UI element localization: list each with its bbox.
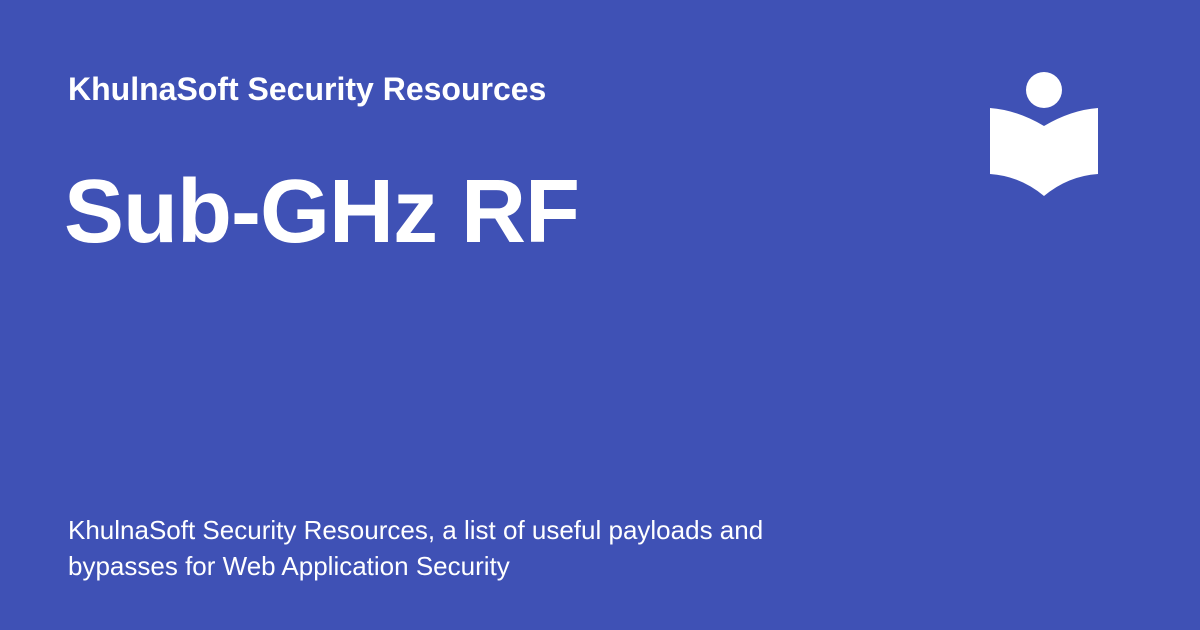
site-name: KhulnaSoft Security Resources [68, 71, 547, 107]
page-description: KhulnaSoft Security Resources, a list of… [68, 515, 764, 581]
page-title: Sub-GHz RF [64, 162, 580, 262]
social-card: KhulnaSoft Security Resources Sub-GHz RF… [0, 0, 1200, 630]
reading-person-book-icon [984, 66, 1104, 198]
